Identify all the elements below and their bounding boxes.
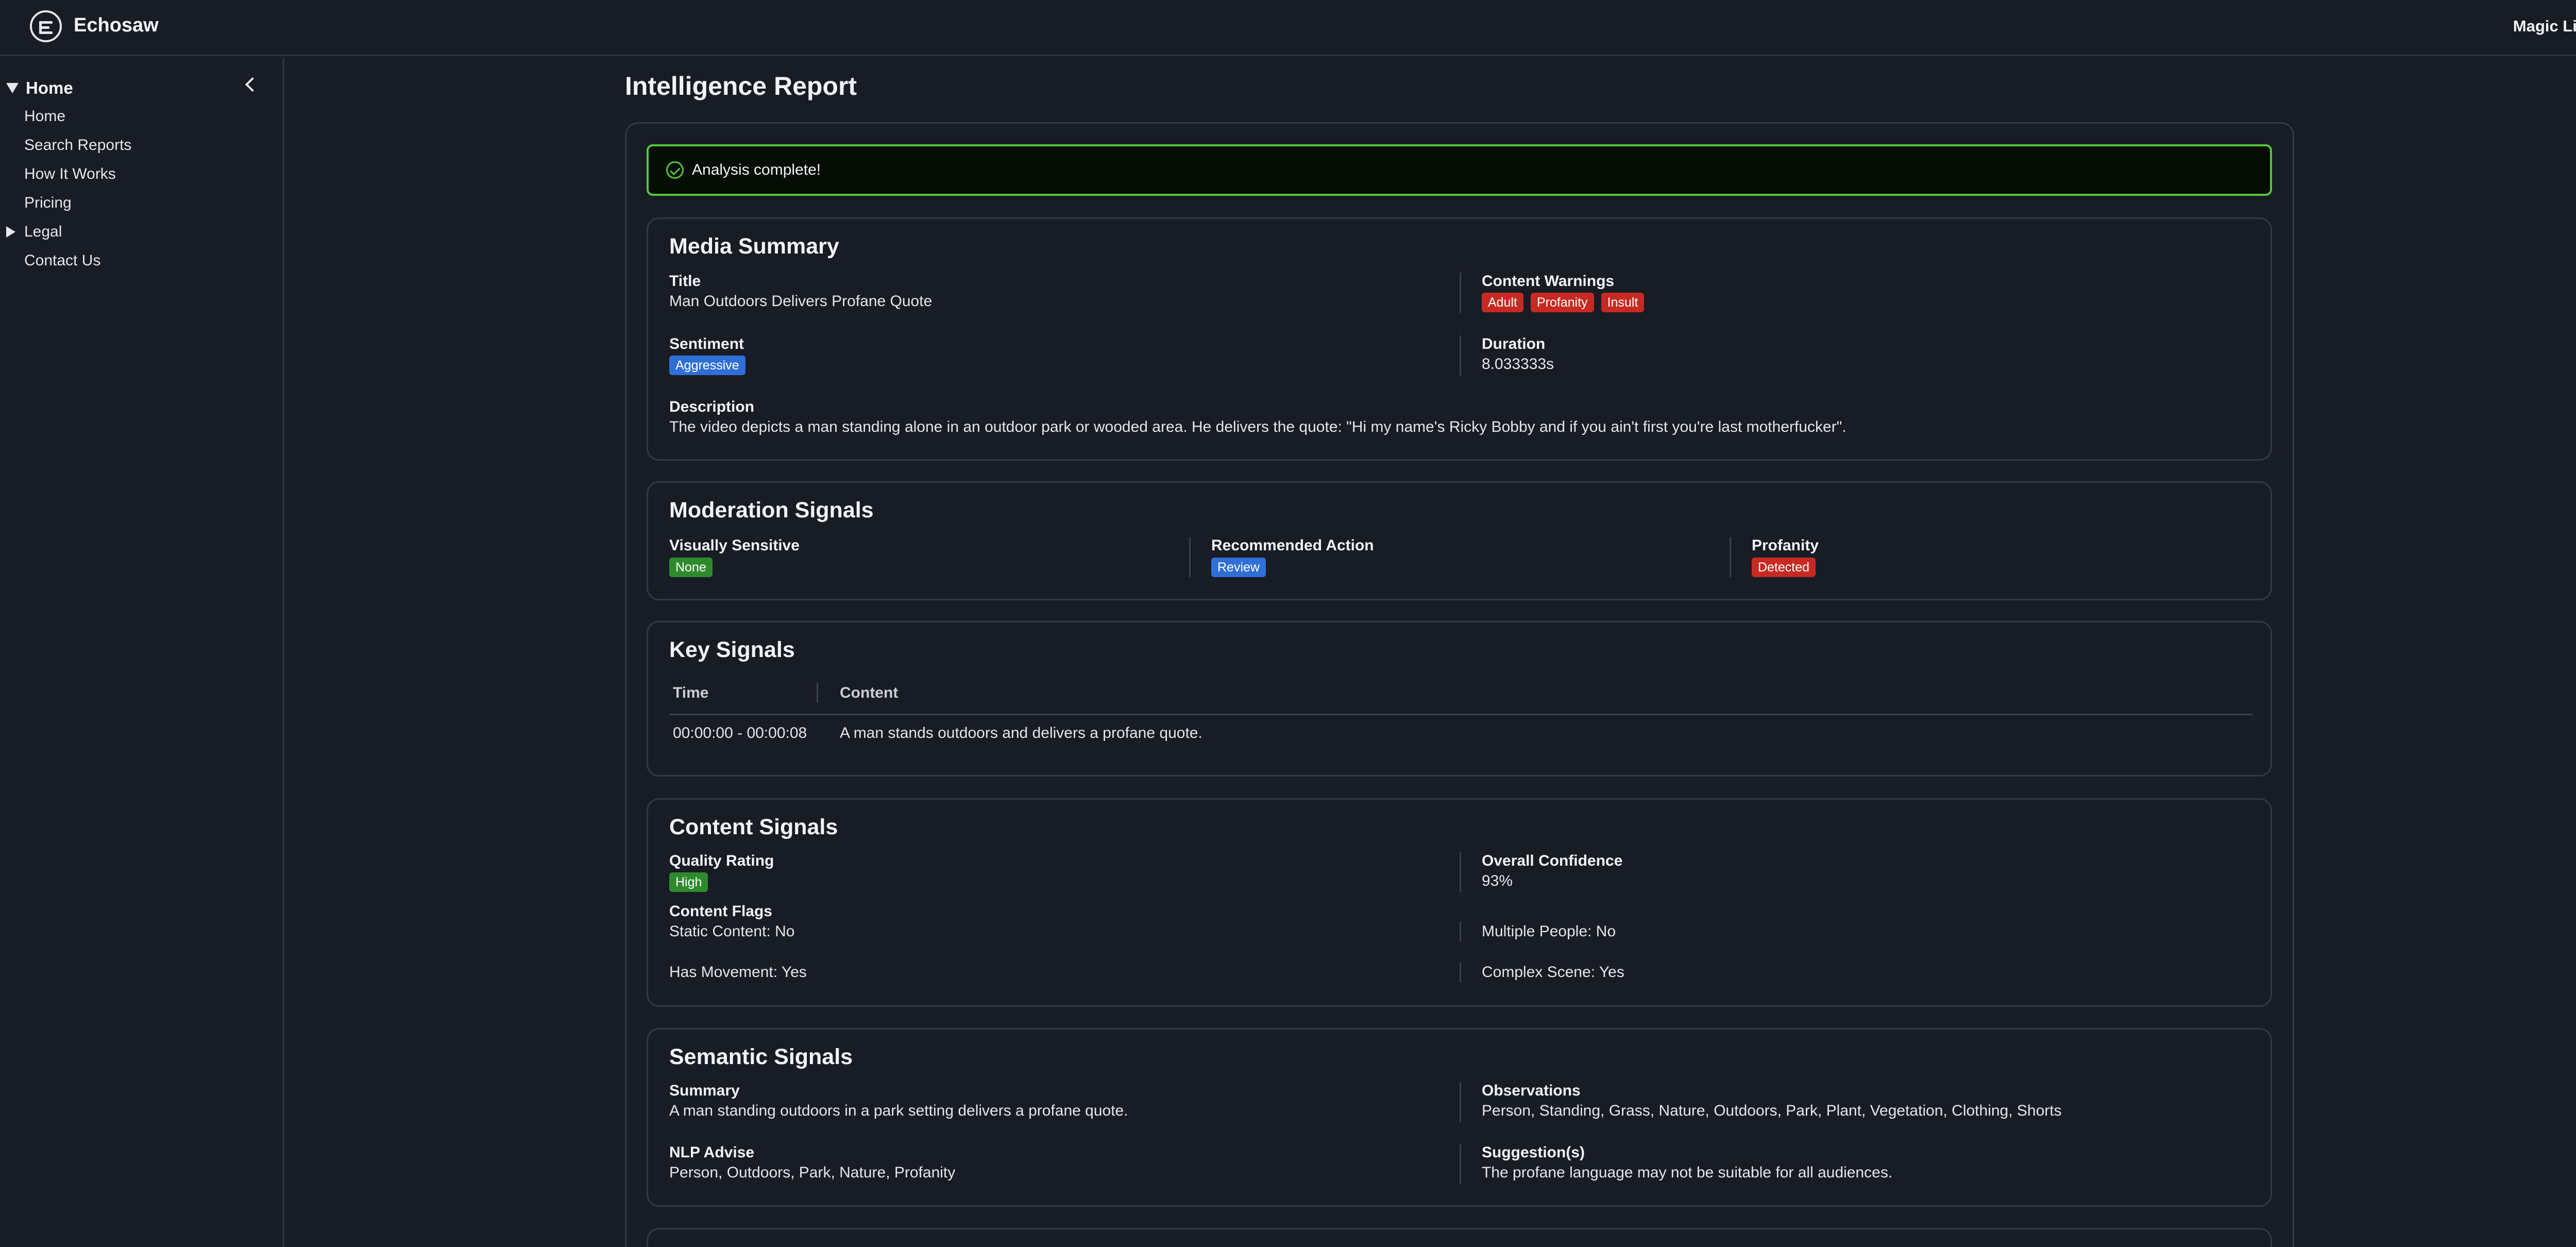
profanity-badges: Detected xyxy=(1752,558,1823,577)
sidebar: Home Home Search Reports How It Works Pr… xyxy=(0,58,284,1247)
brand-name[interactable]: Echosaw xyxy=(74,14,159,37)
card-title: Moderation Signals xyxy=(669,498,874,523)
profanity-label: Profanity xyxy=(1752,537,1819,554)
suggestions-label: Suggestion(s) xyxy=(1482,1144,1585,1161)
sidebar-item-pricing[interactable]: Pricing xyxy=(24,194,72,212)
sentiment-badges: Aggressive xyxy=(669,356,753,375)
observations-label: Observations xyxy=(1482,1082,1581,1099)
sidebar-group-home[interactable]: Home xyxy=(6,78,73,98)
row-time: 00:00:00 - 00:00:08 xyxy=(673,724,807,742)
multiple-people-flag: Multiple People: No xyxy=(1482,923,1616,940)
expanded-triangle-icon xyxy=(6,83,19,93)
recommended-action-badge: Review xyxy=(1211,558,1266,577)
overall-confidence-label: Overall Confidence xyxy=(1482,852,1623,869)
content-signals-card: Content Signals Quality Rating High Over… xyxy=(647,798,2272,1007)
description-label: Description xyxy=(669,398,755,415)
column-divider xyxy=(817,683,818,702)
content-warnings-label: Content Warnings xyxy=(1482,273,1615,290)
column-divider xyxy=(1460,963,1461,982)
duration-label: Duration xyxy=(1482,335,1546,352)
recommended-action-label: Recommended Action xyxy=(1211,537,1374,554)
column-header-content[interactable]: Content xyxy=(840,684,898,702)
summary-value: A man standing outdoors in a park settin… xyxy=(669,1102,1128,1119)
content-warnings-badges: Adult Profanity Insult xyxy=(1482,293,1651,312)
title-label: Title xyxy=(669,273,701,290)
check-circle-icon xyxy=(666,161,684,179)
warning-badge: Insult xyxy=(1601,293,1645,312)
quality-rating-label: Quality Rating xyxy=(669,852,774,869)
top-bar: Echosaw Magic Link xyxy=(0,0,2576,56)
row-content: A man stands outdoors and delivers a pro… xyxy=(840,724,1202,742)
visually-sensitive-badges: None xyxy=(669,558,720,577)
suggestions-value: The profane language may not be suitable… xyxy=(1482,1164,1893,1181)
column-divider xyxy=(1730,537,1731,577)
visually-sensitive-label: Visually Sensitive xyxy=(669,537,800,554)
overall-confidence-value: 93% xyxy=(1482,872,1513,889)
content-flags-label: Content Flags xyxy=(669,903,772,920)
sidebar-item-contact-us[interactable]: Contact Us xyxy=(24,252,100,269)
sidebar-group-legal[interactable]: Legal xyxy=(6,223,62,241)
sentiment-badge: Aggressive xyxy=(669,356,745,375)
magic-link-button[interactable]: Magic Link xyxy=(2513,17,2576,36)
sidebar-item-search-reports[interactable]: Search Reports xyxy=(24,137,131,154)
collapsed-triangle-icon xyxy=(6,226,15,238)
warning-badge: Profanity xyxy=(1530,293,1594,312)
alert-message: Analysis complete! xyxy=(692,161,821,178)
quality-rating-badges: High xyxy=(669,872,715,892)
column-divider xyxy=(1460,1082,1461,1122)
collapse-sidebar-icon[interactable] xyxy=(245,77,260,92)
card-title: Key Signals xyxy=(669,637,795,662)
card-title: Semantic Signals xyxy=(669,1044,853,1069)
nlp-advise-value: Person, Outdoors, Park, Nature, Profanit… xyxy=(669,1164,956,1181)
moderation-signals-card: Moderation Signals Visually Sensitive No… xyxy=(647,481,2272,600)
page-title: Intelligence Report xyxy=(625,72,857,100)
sidebar-item-legal: Legal xyxy=(24,223,62,240)
column-divider xyxy=(1460,273,1461,313)
summary-label: Summary xyxy=(669,1082,740,1099)
media-summary-card: Media Summary Title Man Outdoors Deliver… xyxy=(647,217,2272,461)
has-movement-flag: Has Movement: Yes xyxy=(669,964,807,981)
semantic-signals-card: Semantic Signals Summary A man standing … xyxy=(647,1028,2272,1207)
observations-value: Person, Standing, Grass, Nature, Outdoor… xyxy=(1482,1102,2062,1119)
duration-value: 8.033333s xyxy=(1482,356,1554,373)
column-divider xyxy=(1460,335,1461,376)
warning-badge: Adult xyxy=(1482,293,1523,312)
key-signals-card: Key Signals Time Content 00:00:00 - 00:0… xyxy=(647,621,2272,777)
profanity-badge: Detected xyxy=(1752,558,1816,577)
title-value: Man Outdoors Delivers Profane Quote xyxy=(669,293,933,310)
nlp-advise-label: NLP Advise xyxy=(669,1144,755,1161)
card-title: Media Summary xyxy=(669,234,839,259)
sidebar-group-label: Home xyxy=(26,78,73,97)
sidebar-item-home[interactable]: Home xyxy=(24,108,65,125)
card-title: Content Signals xyxy=(669,815,838,839)
quality-rating-badge: High xyxy=(669,872,708,892)
analysis-complete-alert: Analysis complete! xyxy=(647,144,2272,196)
next-card xyxy=(647,1228,2272,1247)
sidebar-item-how-it-works[interactable]: How It Works xyxy=(24,165,116,183)
echosaw-logo-icon[interactable] xyxy=(30,10,62,42)
column-divider xyxy=(1189,537,1191,577)
column-header-time[interactable]: Time xyxy=(673,684,708,702)
visually-sensitive-badge: None xyxy=(669,558,713,577)
static-content-flag: Static Content: No xyxy=(669,923,795,940)
table-header-divider xyxy=(669,714,2252,715)
complex-scene-flag: Complex Scene: Yes xyxy=(1482,964,1624,981)
column-divider xyxy=(1460,852,1461,892)
description-value: The video depicts a man standing alone i… xyxy=(669,418,1846,435)
column-divider xyxy=(1460,922,1461,941)
column-divider xyxy=(1460,1144,1461,1184)
sentiment-label: Sentiment xyxy=(669,335,744,352)
recommended-action-badges: Review xyxy=(1211,558,1273,577)
